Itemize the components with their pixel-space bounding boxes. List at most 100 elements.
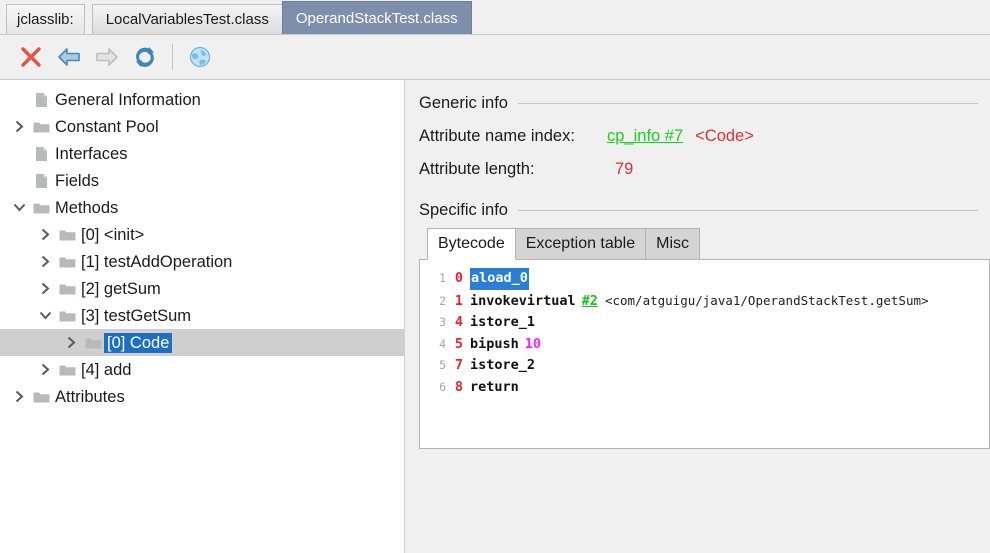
file-tab-list: LocalVariablesTest.class OperandStackTest… [91, 1, 472, 34]
bytecode-line[interactable]: 5 7 istore_2 [420, 355, 989, 377]
detail-field-value: <Code> [695, 127, 754, 145]
folder-icon [30, 201, 52, 215]
browse-classpath-icon[interactable] [181, 38, 219, 76]
bytecode-line[interactable]: 2 1 invokevirtual #2 <com/atguigu/java1/Oper… [420, 290, 989, 313]
bytecode-opcode[interactable]: return [470, 377, 519, 399]
line-number: 6 [439, 379, 446, 394]
bytecode-panel[interactable]: 1 0 aload_0 2 1 invokevirtual #2 <com/atguigu/j… [419, 259, 990, 449]
chevron-right-icon[interactable] [34, 275, 56, 302]
detail-tab-list[interactable]: Bytecode Exception table Misc [419, 228, 990, 260]
detail-pane: Generic info Attribute name index: cp_inf… [405, 80, 990, 553]
tree-item[interactable]: Interfaces [0, 140, 404, 167]
twisty-placeholder [8, 167, 30, 194]
tree-item[interactable]: Constant Pool [0, 113, 404, 140]
detail-tab-misc[interactable]: Misc [645, 228, 701, 260]
constant-pool-ref-link[interactable]: #2 [582, 291, 598, 313]
bytecode-offset: 7 [454, 357, 463, 373]
tree-item-label: [0] <init> [81, 225, 145, 244]
file-tab-1[interactable]: OperandStackTest.class [281, 1, 472, 34]
bytecode-comment: <com/atguigu/java1/OperandStackTest.getS… [604, 292, 929, 308]
page-icon [30, 92, 52, 108]
bytecode-line[interactable]: 4 5 bipush 10 [420, 334, 989, 356]
tree-item-label: General Information [55, 90, 201, 109]
folder-icon [56, 255, 78, 269]
tree-item-label: Constant Pool [55, 117, 159, 136]
tab-bar: jclasslib: LocalVariablesTest.class Opera… [0, 0, 990, 35]
detail-field-row: Attribute name index: cp_info #7 <Code> [419, 127, 990, 146]
tree-item[interactable]: [0] <init> [0, 221, 404, 248]
tree-item-label: Fields [55, 171, 100, 190]
folder-icon [30, 120, 52, 134]
constant-pool-link[interactable]: cp_info #7 [607, 127, 683, 146]
chevron-right-icon[interactable] [34, 356, 56, 383]
bytecode-offset: 4 [454, 314, 463, 330]
bytecode-line[interactable]: 1 0 aload_0 [420, 268, 989, 290]
bytecode-offset: 5 [454, 335, 463, 352]
bytecode-opcode[interactable]: istore_1 [470, 312, 535, 334]
detail-field-row: Attribute length: 79 [419, 160, 990, 179]
line-number: 3 [439, 315, 446, 329]
tree-item[interactable]: Methods [0, 194, 404, 221]
line-number: 2 [439, 293, 446, 308]
app-label: jclasslib: [6, 4, 85, 34]
generic-info-title: Generic info [419, 94, 508, 112]
tree-item-label: [4] add [81, 360, 132, 379]
chevron-down-icon[interactable] [34, 302, 56, 329]
folder-icon [56, 363, 78, 377]
specific-info-header: Specific info [419, 201, 990, 220]
tree-item[interactable]: Fields [0, 167, 404, 194]
class-structure-tree[interactable]: General Information Constant Pool Interfac… [0, 80, 405, 553]
tree-item[interactable]: [2] getSum [0, 275, 404, 302]
file-tab-0[interactable]: LocalVariablesTest.class [91, 4, 283, 34]
tree-item-label: [0] Code [104, 332, 173, 353]
detail-field-label: Attribute length: [419, 160, 535, 178]
tree-item-label: Interfaces [55, 144, 128, 163]
tree-item-label: [3] testGetSum [81, 306, 192, 325]
bytecode-opcode[interactable]: aload_0 [470, 268, 529, 290]
chevron-right-icon[interactable] [8, 383, 30, 410]
specific-info-title: Specific info [419, 201, 508, 219]
bytecode-opcode[interactable]: istore_2 [470, 355, 535, 377]
folder-icon [56, 228, 78, 242]
forward-arrow-icon [88, 38, 126, 76]
line-number: 5 [439, 358, 446, 372]
detail-tab-bytecode[interactable]: Bytecode [427, 228, 516, 260]
chevron-right-icon[interactable] [34, 248, 56, 275]
tree-item[interactable]: [3] testGetSum [0, 302, 404, 329]
bytecode-line[interactable]: 6 8 return [420, 377, 989, 399]
tree-item-label: Methods [55, 198, 119, 217]
tree-item-label: Attributes [55, 387, 125, 406]
chevron-right-icon[interactable] [60, 329, 82, 356]
bytecode-line[interactable]: 3 4 istore_1 [420, 312, 989, 334]
tree-item-label: [1] testAddOperation [81, 252, 233, 271]
tree-item[interactable]: [4] add [0, 356, 404, 383]
bytecode-opcode[interactable]: invokevirtual [470, 291, 576, 313]
tree-item[interactable]: Attributes [0, 383, 404, 410]
detail-tab-exception-table[interactable]: Exception table [514, 228, 647, 260]
tree-item[interactable]: [1] testAddOperation [0, 248, 404, 275]
tree-item-selected[interactable]: [0] Code [0, 329, 404, 356]
toolbar-separator [172, 44, 173, 70]
reload-icon[interactable] [126, 38, 164, 76]
generic-info-header: Generic info [419, 94, 990, 113]
toolbar [0, 35, 990, 80]
bytecode-operand-number: 10 [524, 335, 542, 352]
generic-info-fields: Attribute name index: cp_info #7 <Code> Att… [419, 127, 990, 179]
detail-field-value: 79 [615, 160, 634, 178]
section-rule [517, 210, 978, 211]
bytecode-offset: 8 [454, 378, 463, 395]
folder-icon [30, 390, 52, 404]
bytecode-opcode[interactable]: bipush [470, 334, 519, 356]
chevron-down-icon[interactable] [8, 194, 30, 221]
close-icon[interactable] [12, 38, 50, 76]
chevron-right-icon[interactable] [8, 113, 30, 140]
tree-item[interactable]: General Information [0, 86, 404, 113]
chevron-right-icon[interactable] [34, 221, 56, 248]
back-arrow-icon[interactable] [50, 38, 88, 76]
bytecode-listing: 1 0 aload_0 2 1 invokevirtual #2 <com/atguigu/j… [420, 268, 989, 398]
detail-field-label: Attribute name index: [419, 127, 575, 145]
line-number: 4 [439, 336, 446, 351]
bytecode-offset: 1 [454, 292, 463, 309]
folder-icon [56, 282, 78, 296]
